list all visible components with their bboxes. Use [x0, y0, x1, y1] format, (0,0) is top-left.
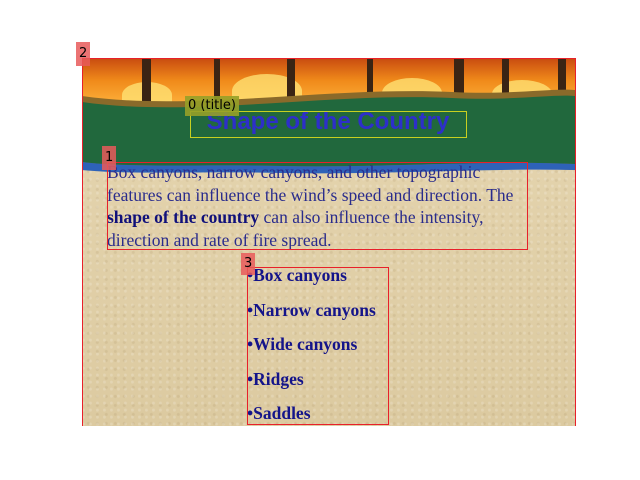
slide-canvas: Shape of the Country Box canyons, narrow… [82, 58, 575, 426]
body-paragraph: Box canyons, narrow canyons, and other t… [107, 161, 527, 251]
bullet-narrow-canyons: •Narrow canyons [247, 299, 376, 320]
canyon-bullet-list: •Box canyons •Narrow canyons •Wide canyo… [247, 265, 397, 426]
bullet-box-canyons: •Box canyons [247, 265, 347, 285]
annotation-tag-slide: 2 [76, 42, 91, 66]
bullet-wide-canyons: •Wide canyons [247, 334, 358, 354]
bullet-ridges: •Ridges [247, 368, 304, 389]
annotation-tag-title: 0 (title) [185, 96, 239, 116]
bullet-saddles: •Saddles [247, 403, 311, 423]
annotation-tag-list: 3 [241, 253, 256, 275]
paragraph-bold-phrase: shape of the country [107, 207, 260, 227]
annotation-tag-body: 1 [102, 146, 117, 170]
paragraph-text-start: Box canyons, narrow canyons, and other t… [107, 162, 514, 205]
